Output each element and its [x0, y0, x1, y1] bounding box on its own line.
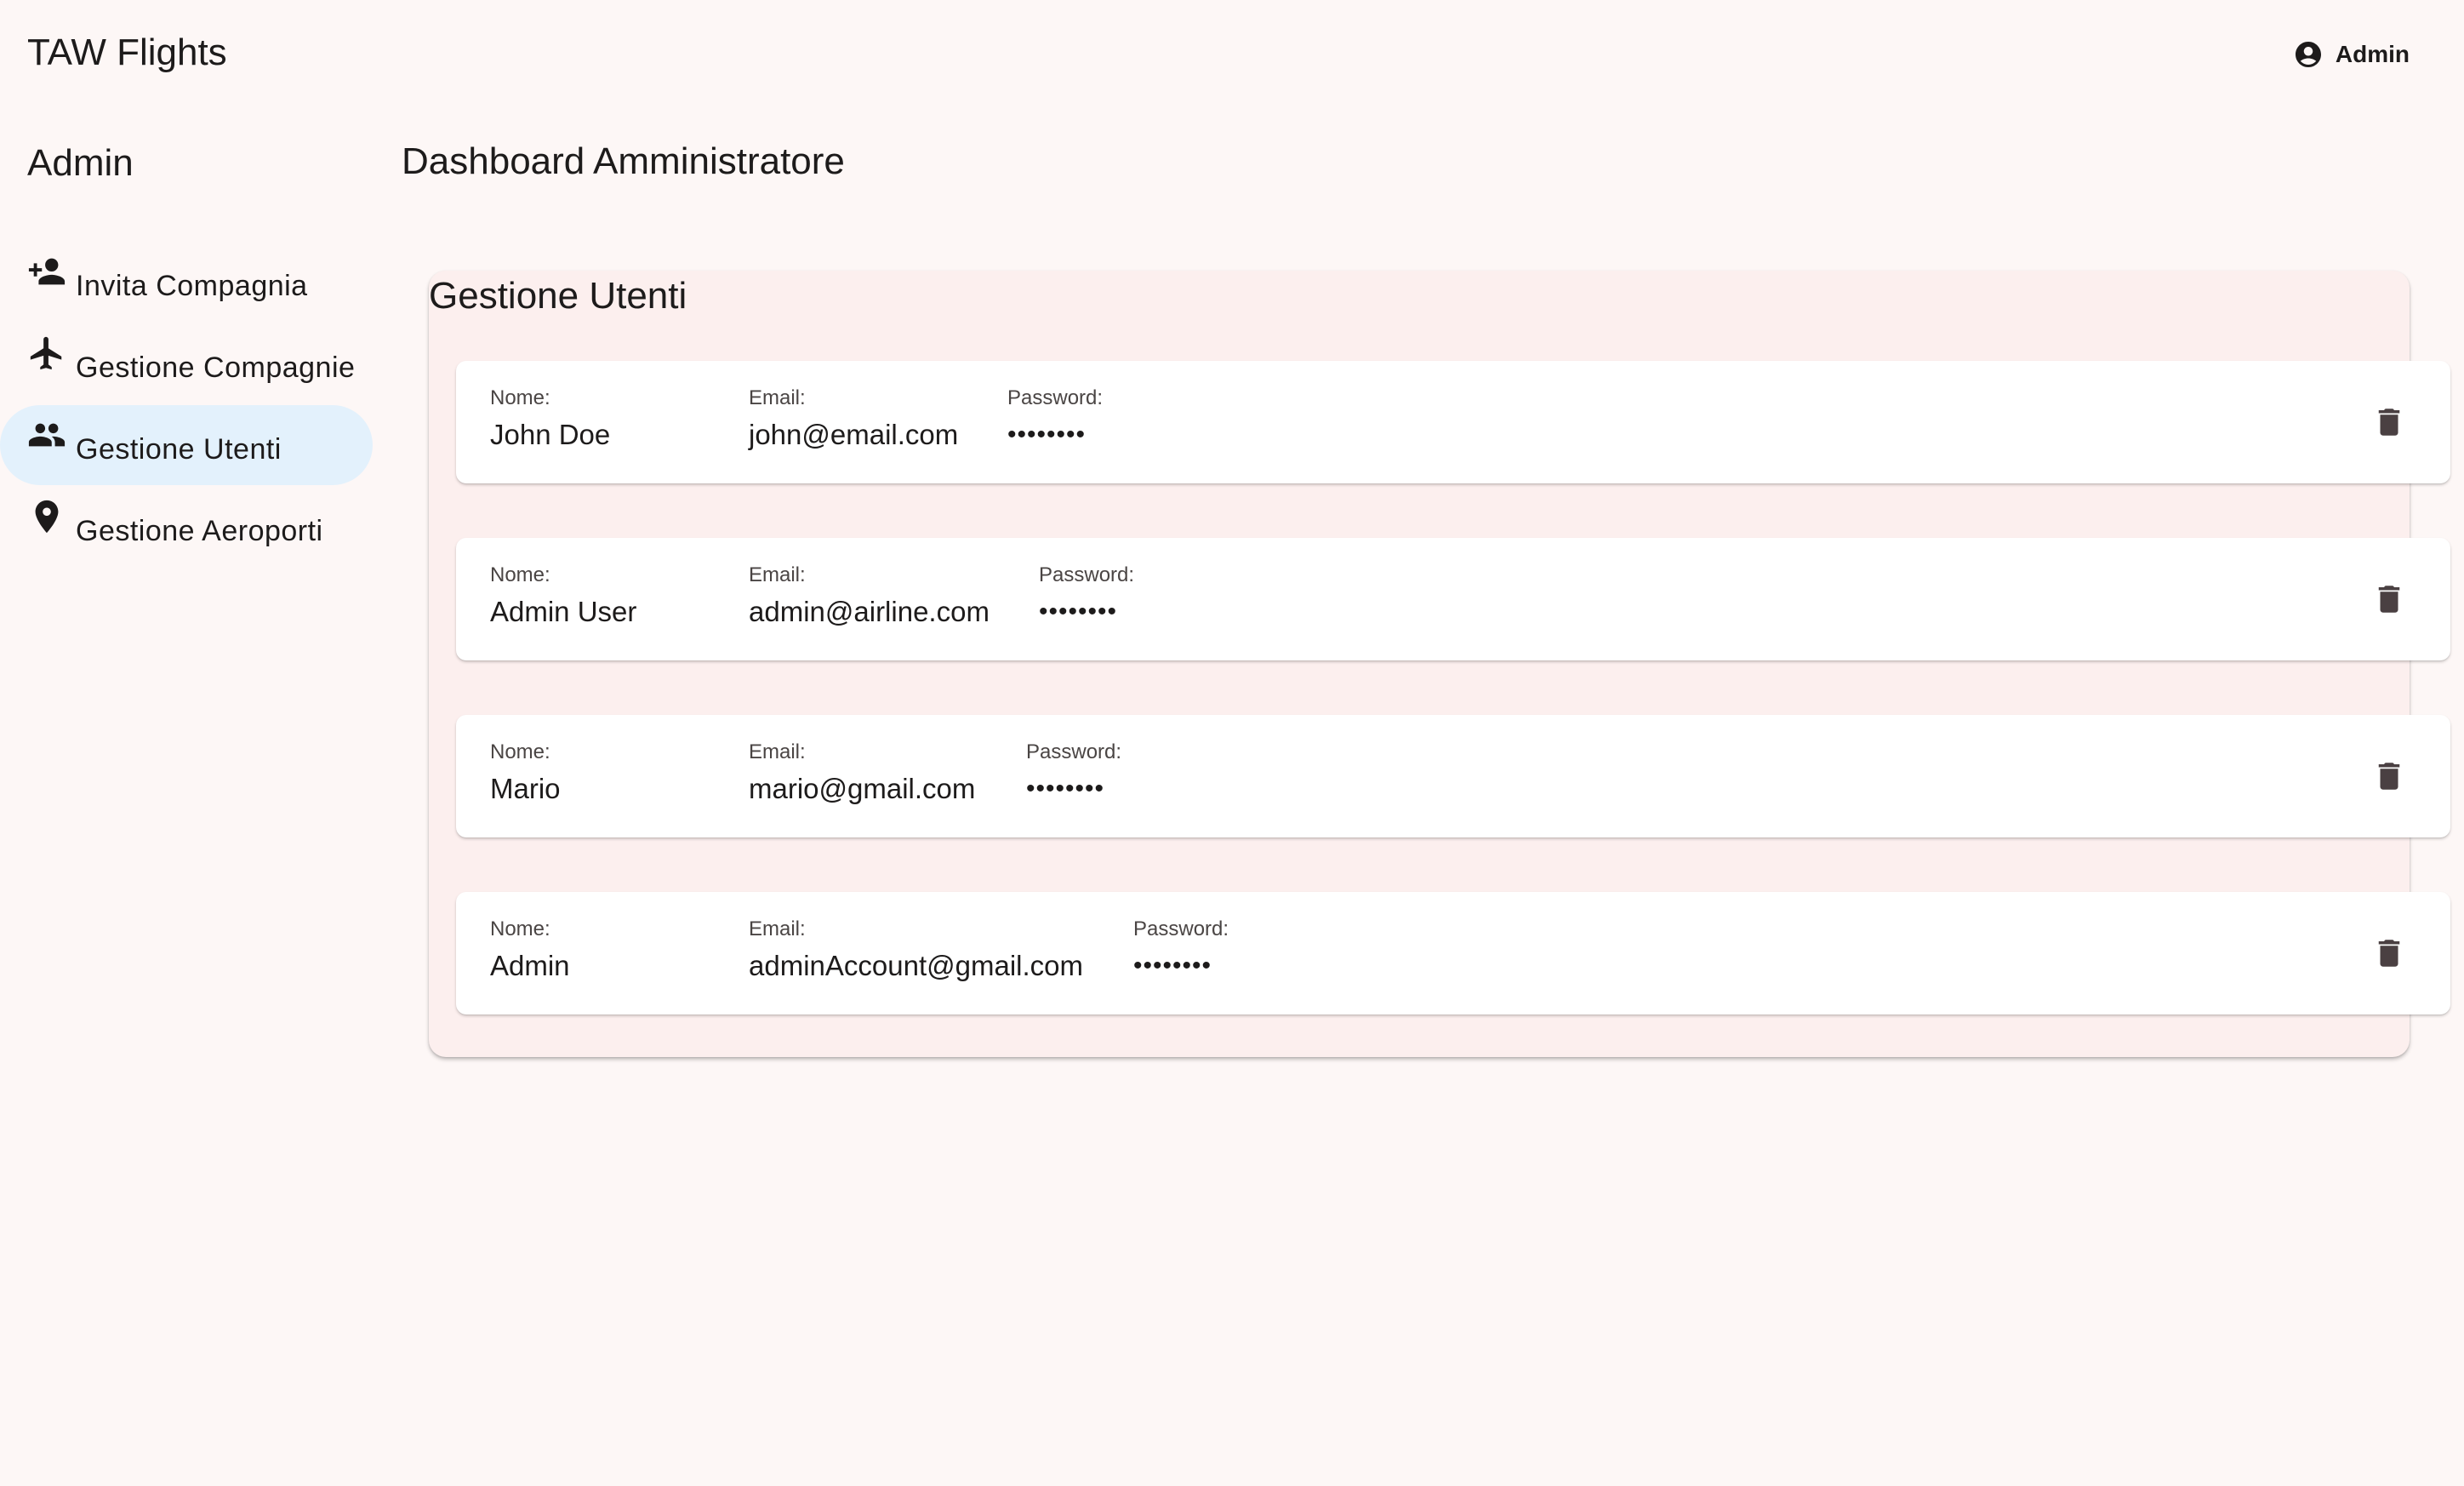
- name-label: Nome:: [490, 386, 550, 409]
- password-value: ••••••••: [1007, 420, 1087, 449]
- password-field: Password: ••••••••: [1133, 916, 1229, 984]
- sidebar-item-label: Gestione Compagnie: [76, 351, 356, 384]
- sidebar-item-invita-compagnia[interactable]: Invita Compagnia: [0, 242, 373, 322]
- name-field: Nome: Admin User: [490, 562, 636, 630]
- sidebar-item-label: Gestione Utenti: [76, 433, 282, 466]
- sidebar-item-gestione-compagnie[interactable]: Gestione Compagnie: [0, 323, 373, 403]
- person-add-icon: [27, 252, 66, 291]
- sidebar-nav: Invita Compagnia Gestione Compagnie Gest…: [0, 242, 374, 569]
- name-value: John Doe: [490, 419, 611, 450]
- password-field: Password: ••••••••: [1039, 562, 1134, 630]
- trash-icon: [2371, 758, 2407, 794]
- email-label: Email:: [749, 740, 806, 763]
- delete-user-button[interactable]: [2364, 751, 2415, 802]
- trash-icon: [2371, 935, 2407, 971]
- name-field: Nome: Mario: [490, 739, 561, 807]
- sidebar-item-label: Invita Compagnia: [76, 270, 308, 302]
- user-card: Nome: Admin Email: adminAccount@gmail.co…: [456, 892, 2450, 1014]
- account-circle-icon: [2293, 39, 2324, 70]
- email-value: admin@airline.com: [749, 596, 990, 627]
- email-value: adminAccount@gmail.com: [749, 950, 1083, 981]
- password-label: Password:: [1133, 917, 1229, 940]
- email-label: Email:: [749, 563, 806, 586]
- name-value: Admin: [490, 950, 570, 981]
- password-value: ••••••••: [1133, 952, 1212, 980]
- password-label: Password:: [1039, 563, 1135, 586]
- email-label: Email:: [749, 917, 806, 940]
- email-field: Email: john@email.com: [749, 385, 958, 453]
- name-label: Nome:: [490, 917, 550, 940]
- delete-user-button[interactable]: [2364, 397, 2415, 448]
- account-label: Admin: [2335, 41, 2410, 67]
- password-field: Password: ••••••••: [1007, 385, 1103, 453]
- delete-user-button[interactable]: [2364, 928, 2415, 979]
- delete-user-button[interactable]: [2364, 574, 2415, 625]
- email-value: mario@gmail.com: [749, 773, 976, 804]
- user-card: Nome: John Doe Email: john@email.com Pas…: [456, 361, 2450, 483]
- email-value: john@email.com: [749, 419, 959, 450]
- email-field: Email: mario@gmail.com: [749, 739, 975, 807]
- trash-icon: [2371, 404, 2407, 440]
- name-field: Nome: Admin: [490, 916, 570, 984]
- user-card: Nome: Mario Email: mario@gmail.com Passw…: [456, 715, 2450, 837]
- location-pin-icon: [27, 497, 66, 536]
- name-label: Nome:: [490, 563, 550, 586]
- sidebar-title: Admin: [27, 142, 134, 184]
- name-value: Mario: [490, 773, 561, 804]
- user-card: Nome: Admin User Email: admin@airline.co…: [456, 538, 2450, 660]
- password-field: Password: ••••••••: [1026, 739, 1121, 807]
- trash-icon: [2371, 581, 2407, 617]
- account-button[interactable]: Admin: [2293, 34, 2410, 75]
- sidebar-item-gestione-aeroporti[interactable]: Gestione Aeroporti: [0, 487, 373, 567]
- sidebar-item-label: Gestione Aeroporti: [76, 515, 323, 547]
- name-label: Nome:: [490, 740, 550, 763]
- panel-title: Gestione Utenti: [429, 275, 687, 317]
- page-title: Dashboard Amministratore: [402, 140, 845, 182]
- password-label: Password:: [1007, 386, 1104, 409]
- password-value: ••••••••: [1039, 597, 1118, 626]
- email-field: Email: adminAccount@gmail.com: [749, 916, 1083, 984]
- password-value: ••••••••: [1026, 774, 1105, 803]
- app-title: TAW Flights: [27, 31, 227, 73]
- users-panel: Gestione Utenti Nome: John Doe Email: jo…: [429, 271, 2450, 1057]
- name-value: Admin User: [490, 596, 637, 627]
- password-label: Password:: [1026, 740, 1122, 763]
- top-app-bar: TAW Flights Admin: [0, 0, 2464, 109]
- email-label: Email:: [749, 386, 806, 409]
- sidebar-item-gestione-utenti[interactable]: Gestione Utenti: [0, 405, 373, 485]
- name-field: Nome: John Doe: [490, 385, 610, 453]
- airplane-icon: [27, 334, 66, 373]
- people-icon: [27, 415, 66, 454]
- email-field: Email: admin@airline.com: [749, 562, 990, 630]
